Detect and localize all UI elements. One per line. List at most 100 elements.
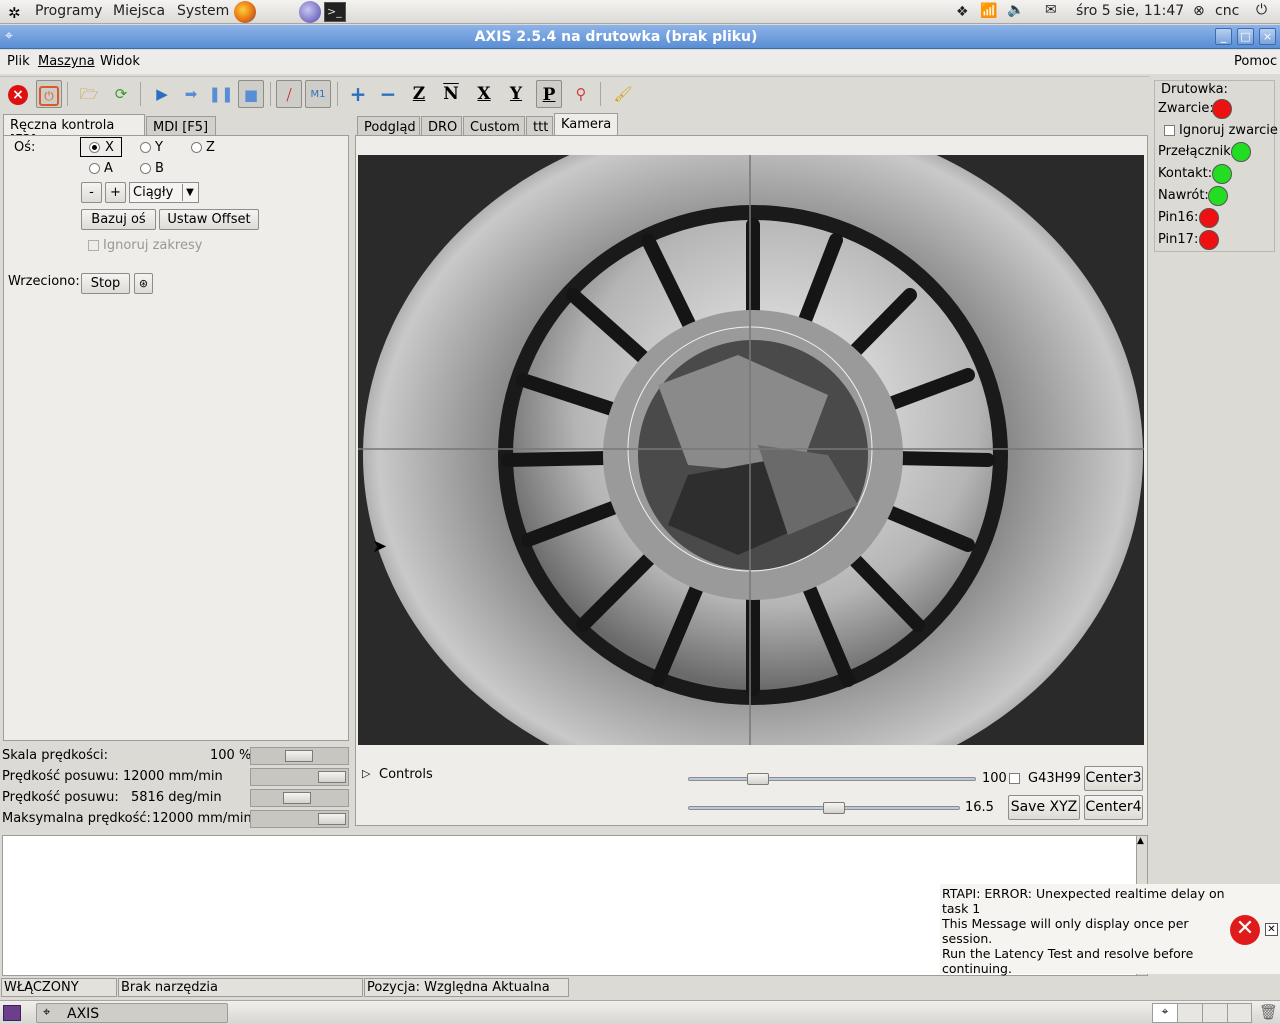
terminal-icon[interactable]: >_	[324, 2, 346, 22]
expander-arrow-icon[interactable]: ▷	[362, 767, 370, 780]
mail-icon[interactable]: ✉	[1045, 2, 1057, 18]
machine-power-icon[interactable]: ⏻	[36, 80, 62, 108]
slider-knob[interactable]	[285, 750, 313, 762]
contact-label: Kontakt:	[1158, 166, 1213, 181]
tab-ttt[interactable]: ttt	[526, 116, 553, 136]
menu-plik[interactable]: Plik	[7, 54, 30, 69]
save-xyz-button[interactable]: Save XYZ	[1008, 795, 1080, 820]
slider-knob[interactable]	[283, 792, 311, 804]
close-icon[interactable]: ×	[1259, 28, 1276, 45]
view-perspective-icon[interactable]: P	[536, 80, 562, 108]
view-z-icon[interactable]: Z	[406, 80, 432, 108]
home-axis-button[interactable]: Bazuj oś	[81, 209, 156, 230]
workspace-switcher[interactable]: ⌖	[1152, 1003, 1252, 1023]
menu-widok[interactable]: Widok	[100, 54, 140, 69]
max-velocity-slider[interactable]	[250, 810, 349, 828]
view-z-rotated-icon[interactable]: N	[438, 80, 464, 108]
tab-custom[interactable]: Custom	[463, 116, 525, 136]
return-label: Nawrót:	[1158, 188, 1209, 203]
jog-plus-button[interactable]: +	[105, 182, 126, 203]
wifi-icon[interactable]: 📶	[980, 3, 997, 19]
workspace-4[interactable]	[1228, 1004, 1253, 1022]
estop-icon[interactable]: ×	[5, 80, 31, 108]
axis-x-radio[interactable]: X	[80, 137, 122, 157]
maximize-icon[interactable]: □	[1237, 28, 1254, 45]
trash-icon[interactable]: 🗑	[1259, 1003, 1278, 1021]
pause-icon[interactable]: ❚❚	[208, 80, 234, 108]
rotate-view-icon[interactable]: ⚲	[568, 80, 594, 108]
tab-dro[interactable]: DRO	[421, 116, 462, 136]
reload-icon[interactable]: ⟳	[108, 80, 134, 108]
zoom-out-icon[interactable]: −	[375, 80, 401, 108]
feed-rate-slider[interactable]	[250, 768, 349, 786]
touch-off-button[interactable]: Ustaw Offset	[159, 209, 259, 230]
axis-b-label: B	[155, 161, 164, 176]
ignore-short-checkbox[interactable]	[1164, 125, 1175, 136]
scroll-up-icon[interactable]: ▲	[1137, 836, 1144, 846]
center4-button[interactable]: Center4	[1084, 795, 1143, 820]
user-name[interactable]: cnc	[1215, 3, 1239, 19]
menu-miejsca[interactable]: Miejsca	[113, 3, 165, 19]
speed-scale-slider[interactable]	[250, 747, 349, 765]
clock[interactable]: śro 5 sie, 11:47	[1076, 3, 1184, 19]
toolbar-separator	[140, 82, 141, 106]
menu-programy[interactable]: Programy	[35, 3, 102, 19]
volume-icon[interactable]: 🔈	[1007, 2, 1024, 18]
ignore-short-label: Ignoruj zwarcie	[1179, 123, 1278, 138]
firefox-icon[interactable]	[234, 1, 256, 23]
run-icon[interactable]: ▶	[149, 80, 175, 108]
open-file-icon[interactable]: 🗁	[76, 80, 102, 108]
angular-feed-slider[interactable]	[250, 789, 349, 807]
workspace-1[interactable]: ⌖	[1153, 1004, 1178, 1022]
step-icon[interactable]: ➡	[178, 80, 204, 108]
camera-slider-1[interactable]	[688, 777, 976, 781]
zoom-in-icon[interactable]: +	[345, 80, 371, 108]
browser-launcher-icon[interactable]	[299, 1, 321, 23]
spindle-brake-icon[interactable]: ⊛	[134, 273, 153, 294]
ignore-limits-checkbox[interactable]: Ignoruj zakresy	[88, 238, 208, 254]
jog-minus-button[interactable]: -	[81, 182, 102, 203]
menu-pomoc[interactable]: Pomoc	[1234, 54, 1277, 69]
toolbar-separator	[600, 82, 601, 106]
power-icon[interactable]: ⏻	[1256, 2, 1267, 18]
gnome-foot-icon[interactable]: ✲	[8, 4, 21, 22]
network-tray-icon[interactable]: ❖	[956, 4, 969, 20]
slider-knob[interactable]	[318, 813, 346, 825]
pin17-label: Pin17:	[1158, 232, 1199, 247]
stop-program-icon[interactable]: ■	[238, 80, 264, 108]
axis-a-radio[interactable]: A	[89, 161, 129, 177]
tab-camera[interactable]: Kamera	[554, 113, 618, 136]
menu-system[interactable]: System	[177, 3, 229, 19]
controls-expander[interactable]: Controls	[379, 767, 433, 782]
tab-ttt-label: ttt	[533, 120, 549, 135]
axis-b-radio[interactable]: B	[140, 161, 180, 177]
optional-block-icon[interactable]: ⧸	[276, 80, 302, 108]
optional-stop-icon[interactable]: M1	[305, 80, 331, 108]
slider-knob[interactable]	[747, 773, 769, 785]
g43h99-checkbox[interactable]	[1009, 773, 1020, 784]
spindle-stop-button[interactable]: Stop	[81, 273, 130, 294]
center3-button[interactable]: Center3	[1084, 766, 1143, 791]
jog-mode-select[interactable]: Ciągły ▼	[129, 182, 199, 203]
taskbar-axis-button[interactable]: ⌖ AXIS	[36, 1003, 228, 1023]
workspace-3[interactable]	[1203, 1004, 1228, 1022]
camera-feed[interactable]	[358, 155, 1144, 745]
clear-plot-icon[interactable]: 🖌	[610, 80, 636, 108]
slider-knob[interactable]	[318, 771, 346, 783]
window-titlebar[interactable]: ⌖ AXIS 2.5.4 na drutowka (brak pliku) _ …	[0, 25, 1280, 49]
workspace-2[interactable]	[1178, 1004, 1203, 1022]
error-close-icon[interactable]: ✕	[1265, 923, 1278, 936]
tab-mdi[interactable]: MDI [F5]	[146, 116, 216, 136]
minimize-icon[interactable]: _	[1215, 28, 1232, 45]
view-x-icon[interactable]: X	[471, 80, 497, 108]
tab-preview[interactable]: Podgląd	[357, 116, 420, 136]
user-switch-icon[interactable]: ⊗	[1193, 3, 1205, 19]
slider-knob[interactable]	[823, 802, 845, 814]
menu-maszyna[interactable]: Maszyna	[38, 54, 95, 69]
show-desktop-icon[interactable]	[3, 1005, 21, 1021]
tab-manual-control[interactable]: Ręczna kontrola [F3]	[3, 114, 145, 148]
feed-rate-value: 12000 mm/min	[123, 769, 223, 784]
axis-y-radio[interactable]: Y	[140, 140, 180, 156]
view-y-icon[interactable]: Y	[503, 80, 529, 108]
axis-z-radio[interactable]: Z	[191, 140, 231, 156]
